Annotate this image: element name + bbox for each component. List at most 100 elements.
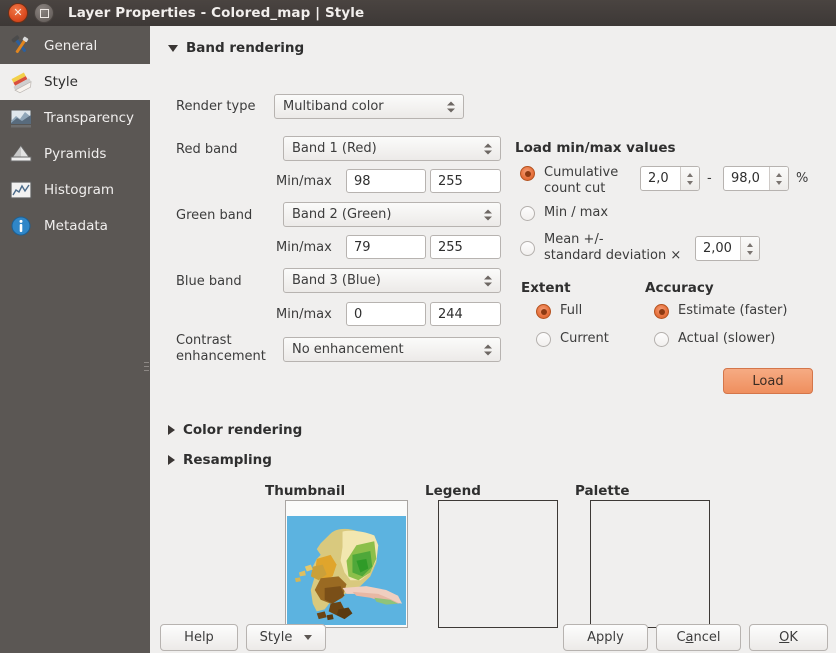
radio-accuracy-actual[interactable]: Actual (slower) [654,331,775,347]
radio-indicator [520,166,535,181]
radio-cumulative-count-cut[interactable]: Cumulativecount cut [520,165,618,197]
window-title: Layer Properties - Colored_map | Style [68,5,364,21]
cancel-button[interactable]: Cancel [656,624,741,651]
help-button[interactable]: Help [160,624,238,651]
blue-max-input[interactable]: 244 [430,302,501,326]
range-dash: - [707,171,712,187]
radio-label: Estimate (faster) [678,303,787,319]
radio-indicator [654,332,669,347]
red-max-input[interactable]: 255 [430,169,501,193]
legend-preview [438,500,558,628]
thumbnail-label: Thumbnail [265,483,345,499]
radio-label: Min / max [544,205,608,221]
accuracy-title: Accuracy [645,280,714,296]
blue-band-value: Band 3 (Blue) [292,273,381,288]
sidebar-item-label: General [44,38,97,54]
red-band-value: Band 1 (Red) [292,141,377,156]
style-menu-label: Style [260,630,293,645]
mean-std-deviation-spinbox[interactable]: 2,00 [695,236,760,261]
ok-button[interactable]: OK [749,624,828,651]
radio-mean-std-deviation[interactable]: Mean +/-standard deviation × [520,232,681,264]
red-band-label: Red band [176,142,238,158]
radio-indicator [520,206,535,221]
spinner-arrows-icon[interactable] [769,167,788,190]
radio-indicator [536,304,551,319]
render-type-label: Render type [176,99,255,115]
render-type-combo[interactable]: Multiband color [274,94,464,119]
render-type-value: Multiband color [283,99,384,114]
contrast-enhancement-combo[interactable]: No enhancement [283,337,501,362]
blue-band-label: Blue band [176,274,242,290]
section-band-rendering-header[interactable]: Band rendering [168,40,304,56]
sidebar-item-pyramids[interactable]: Pyramids [0,136,150,172]
chevron-down-icon [168,45,178,52]
legend-label: Legend [425,483,481,499]
green-min-input[interactable]: 79 [346,235,426,259]
radio-label: Mean +/-standard deviation × [544,232,681,264]
contrast-enhancement-label-line1: Contrast [176,333,232,349]
style-panel: Band rendering Render type Multiband col… [150,26,836,653]
spinner-arrows-icon[interactable] [680,167,699,190]
red-minmax-label: Min/max [276,174,332,190]
section-title: Resampling [183,452,272,468]
thumbnail-map-image [287,516,406,625]
paintbrush-icon [8,70,34,94]
cumulative-label-line1: Cumulative [544,165,618,180]
maximize-glyph [40,9,49,18]
chevron-updown-icon [447,101,455,112]
transparency-icon [8,106,34,130]
radio-label: Cumulativecount cut [544,165,618,197]
radio-accuracy-estimate[interactable]: Estimate (faster) [654,303,787,319]
section-color-rendering-header[interactable]: Color rendering [168,422,302,438]
blue-minmax-label: Min/max [276,307,332,323]
chevron-updown-icon [484,143,492,154]
close-glyph: ✕ [13,7,22,18]
red-band-combo[interactable]: Band 1 (Red) [283,136,501,161]
sidebar-item-style[interactable]: Style [0,64,150,100]
radio-label: Current [560,331,609,347]
blue-min-input[interactable]: 0 [346,302,426,326]
cumulative-high-value: 98,0 [731,171,760,186]
sidebar-item-metadata[interactable]: Metadata [0,208,150,244]
apply-button[interactable]: Apply [563,624,648,651]
cumulative-high-spinbox[interactable]: 98,0 [723,166,789,191]
title-bar: ✕ Layer Properties - Colored_map | Style [0,0,836,26]
radio-indicator [654,304,669,319]
radio-extent-full[interactable]: Full [536,303,582,319]
radio-extent-current[interactable]: Current [536,331,609,347]
cumulative-low-spinbox[interactable]: 2,0 [640,166,700,191]
style-menu-button[interactable]: Style [246,624,326,651]
sidebar-item-label: Pyramids [44,146,106,162]
percent-label: % [796,171,808,187]
load-button[interactable]: Load [723,368,813,394]
maximize-icon[interactable] [34,3,54,23]
section-resampling-header[interactable]: Resampling [168,452,272,468]
spinner-arrows-icon[interactable] [740,237,759,260]
sidebar-item-transparency[interactable]: Transparency [0,100,150,136]
chevron-updown-icon [484,275,492,286]
radio-min-max[interactable]: Min / max [520,205,608,221]
red-min-input[interactable]: 98 [346,169,426,193]
section-title: Band rendering [186,40,304,56]
radio-indicator [536,332,551,347]
load-minmax-title: Load min/max values [515,140,676,156]
sidebar-item-general[interactable]: General [0,28,150,64]
ok-label: OK [779,630,798,645]
close-icon[interactable]: ✕ [8,3,28,23]
chevron-right-icon [168,425,175,435]
green-band-label: Green band [176,208,252,224]
green-band-combo[interactable]: Band 2 (Green) [283,202,501,227]
cumulative-low-value: 2,0 [648,171,669,186]
green-max-input[interactable]: 255 [430,235,501,259]
sidebar-splitter-handle[interactable] [144,362,149,378]
extent-title: Extent [521,280,571,296]
sidebar-item-label: Histogram [44,182,114,198]
palette-label: Palette [575,483,630,499]
blue-band-combo[interactable]: Band 3 (Blue) [283,268,501,293]
chevron-down-icon [304,635,312,640]
radio-label: Full [560,303,582,319]
sidebar-item-label: Style [44,74,78,90]
sidebar-item-label: Metadata [44,218,108,234]
sidebar-item-histogram[interactable]: Histogram [0,172,150,208]
cancel-label: Cancel [676,630,720,645]
